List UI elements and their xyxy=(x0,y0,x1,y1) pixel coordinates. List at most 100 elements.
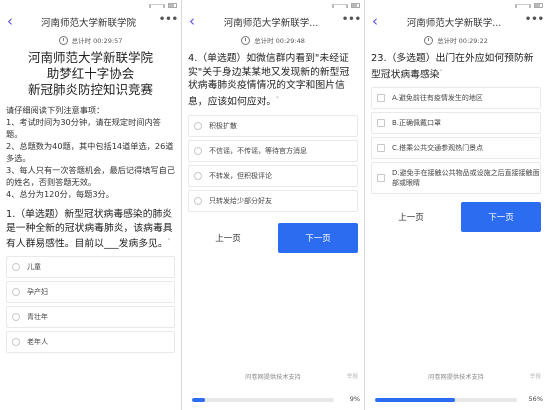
option-list: A.避免前往有疫情发生的地区 B.正确佩戴口罩 C.搭乘公共交通参观热门景点 D… xyxy=(365,81,547,195)
radio-icon[interactable] xyxy=(194,172,202,181)
option-item[interactable]: 青壮年 xyxy=(6,305,175,328)
clock-icon xyxy=(241,35,251,45)
option-label: 不信谣，不传谣，等待官方消息 xyxy=(209,147,307,156)
progress-percent: 9% xyxy=(349,395,360,403)
option-item[interactable]: C.搭乘公共交通参观热门景点 xyxy=(371,137,541,160)
nav-title: 河南师范大学新联学... xyxy=(223,18,319,29)
survey-panel-3: ‹ 河南师范大学新联学... ••• 总计时 00:29:22 23.（多选题）… xyxy=(365,0,547,410)
option-item[interactable]: A.避免前往有疫情发生的地区 xyxy=(371,87,541,110)
option-label: 青壮年 xyxy=(27,312,48,321)
total-timer: 总计时 00:29:57 xyxy=(0,32,181,48)
option-label: D.避免手在接触公共物品或设施之后直接接触面部或眼睛 xyxy=(392,169,540,188)
radio-icon[interactable] xyxy=(194,122,202,131)
footer-credit: 问卷网提供技术支持 xyxy=(245,374,301,381)
footer-credit: 问卷网提供技术支持 xyxy=(428,374,484,381)
next-page-button[interactable]: 下一页 xyxy=(461,202,541,233)
option-item[interactable]: 儿童 xyxy=(6,255,175,278)
footer: 问卷网提供技术支持 举报 xyxy=(182,372,364,381)
required-mark: * xyxy=(167,238,171,244)
timer-text: 总计时 00:29:48 xyxy=(254,37,305,45)
pager-buttons: 上一页 下一页 xyxy=(365,202,547,233)
report-link[interactable]: 举报 xyxy=(530,372,541,380)
survey-panel-2: ‹ 河南师范大学新联学... ••• 总计时 00:29:48 4.（单选题）如… xyxy=(182,0,365,410)
question-text: 1.（单选题）新型冠状病毒感染的肺炎是一种全新的冠状病毒肺炎，该病毒具有人群易感… xyxy=(0,200,181,251)
notice-line: 2、总题数为40题，其中包括14道单选，26道多选。 xyxy=(6,141,174,163)
radio-icon[interactable] xyxy=(12,337,20,346)
notice-line: 请仔细阅读下列注意事项： xyxy=(6,105,105,115)
report-link[interactable]: 举报 xyxy=(347,372,358,380)
option-label: 只转发给少部分好友 xyxy=(209,197,272,206)
progress-fill xyxy=(375,398,455,402)
option-item[interactable]: 积极扩散 xyxy=(188,115,358,138)
battery-icon xyxy=(534,3,543,8)
checkbox-icon[interactable] xyxy=(377,94,385,103)
battery-icon xyxy=(168,3,177,8)
footer: 问卷网提供技术支持 举报 xyxy=(365,372,547,381)
option-label: B.正确佩戴口罩 xyxy=(392,119,442,128)
option-label: 孕产妇 xyxy=(27,287,48,296)
notice-line: 1、考试时间为30分钟，请在规定时间内答题。 xyxy=(6,117,161,139)
notice-block: 请仔细阅读下列注意事项： 1、考试时间为30分钟，请在规定时间内答题。 2、总题… xyxy=(0,98,181,200)
signal-icon xyxy=(332,3,348,8)
checkbox-icon[interactable] xyxy=(377,119,385,128)
checkbox-icon[interactable] xyxy=(377,174,385,183)
option-item[interactable]: 老年人 xyxy=(6,330,175,353)
option-label: 不转发，但积极评论 xyxy=(209,172,272,181)
clock-icon xyxy=(58,35,68,45)
header-line: 新冠肺炎防控知识竞赛 xyxy=(27,82,153,97)
question-text: 23.（多选题）出门在外应如何预防新型冠状病毒感染* xyxy=(365,48,547,81)
survey-header: 河南师范大学新联学院 助梦红十字协会 新冠肺炎防控知识竞赛 xyxy=(0,50,181,98)
question-text: 4.（单选题）如微信群内看到"未经证实"关于身边某某地又发现新的新型冠状病毒肺炎… xyxy=(182,48,364,108)
battery-icon xyxy=(351,3,360,8)
radio-icon[interactable] xyxy=(194,197,202,206)
pager-buttons: 上一页 下一页 xyxy=(182,223,364,254)
notice-line: 3、每人只有一次答题机会，最后记得填写自己的姓名，否则答题无效。 xyxy=(6,165,175,187)
radio-icon[interactable] xyxy=(12,312,20,321)
back-arrow-icon[interactable]: ‹ xyxy=(185,13,199,28)
option-label: 老年人 xyxy=(27,337,48,346)
total-timer: 总计时 00:29:22 xyxy=(365,32,547,48)
progress-percent: 56% xyxy=(528,395,543,403)
required-mark: * xyxy=(276,95,279,102)
option-label: 儿童 xyxy=(27,262,41,271)
next-page-button[interactable]: 下一页 xyxy=(278,223,358,254)
status-bar xyxy=(182,0,364,11)
screenshot-collage: ‹ 河南师范大学新联学院 ••• 总计时 00:29:57 河南师范大学新联学院… xyxy=(0,0,547,410)
question-body: 4.（单选题）如微信群内看到"未经证实"关于身边某某地又发现新的新型冠状病毒肺炎… xyxy=(188,53,350,107)
status-bar xyxy=(0,0,181,11)
option-item[interactable]: 不信谣，不传谣，等待官方消息 xyxy=(188,140,358,163)
timer-text: 总计时 00:29:22 xyxy=(437,37,488,45)
back-arrow-icon[interactable]: ‹ xyxy=(368,13,382,28)
option-item[interactable]: 只转发给少部分好友 xyxy=(188,190,358,213)
timer-text: 总计时 00:29:57 xyxy=(71,37,123,45)
option-list: 积极扩散 不信谣，不传谣，等待官方消息 不转发，但积极评论 只转发给少部分好友 xyxy=(182,108,364,213)
more-options-icon[interactable]: ••• xyxy=(525,15,544,25)
radio-icon[interactable] xyxy=(12,287,20,296)
signal-icon xyxy=(515,3,531,8)
more-options-icon[interactable]: ••• xyxy=(159,15,178,25)
prev-page-button[interactable]: 上一页 xyxy=(371,202,451,233)
prev-page-button[interactable]: 上一页 xyxy=(188,223,268,254)
radio-icon[interactable] xyxy=(12,262,20,271)
clock-icon xyxy=(424,35,434,45)
progress-bar xyxy=(192,398,334,402)
header-line: 河南师范大学新联学院 xyxy=(27,50,153,65)
option-item[interactable]: D.避免手在接触公共物品或设施之后直接接触面部或眼睛 xyxy=(371,162,541,195)
more-options-icon[interactable]: ••• xyxy=(342,15,361,25)
required-mark: * xyxy=(439,68,443,75)
option-list: 儿童 孕产妇 青壮年 老年人 xyxy=(0,251,181,353)
question-body: 1.（单选题）新型冠状病毒感染的肺炎是一种全新的冠状病毒肺炎，该病毒具有人群易感… xyxy=(6,209,173,250)
notice-line: 4、总分为120分，每题3分。 xyxy=(6,189,114,199)
option-label: C.搭乘公共交通参观热门景点 xyxy=(392,144,484,153)
total-timer: 总计时 00:29:48 xyxy=(182,32,364,48)
checkbox-icon[interactable] xyxy=(377,144,385,153)
option-item[interactable]: B.正确佩戴口罩 xyxy=(371,112,541,135)
back-arrow-icon[interactable]: ‹ xyxy=(3,13,17,28)
signal-icon xyxy=(149,3,165,8)
nav-bar: ‹ 河南师范大学新联学... ••• xyxy=(365,11,547,32)
option-item[interactable]: 孕产妇 xyxy=(6,280,175,303)
nav-title: 河南师范大学新联学院 xyxy=(40,18,136,29)
radio-icon[interactable] xyxy=(194,147,202,156)
option-item[interactable]: 不转发，但积极评论 xyxy=(188,165,358,188)
progress-bar xyxy=(375,398,517,402)
